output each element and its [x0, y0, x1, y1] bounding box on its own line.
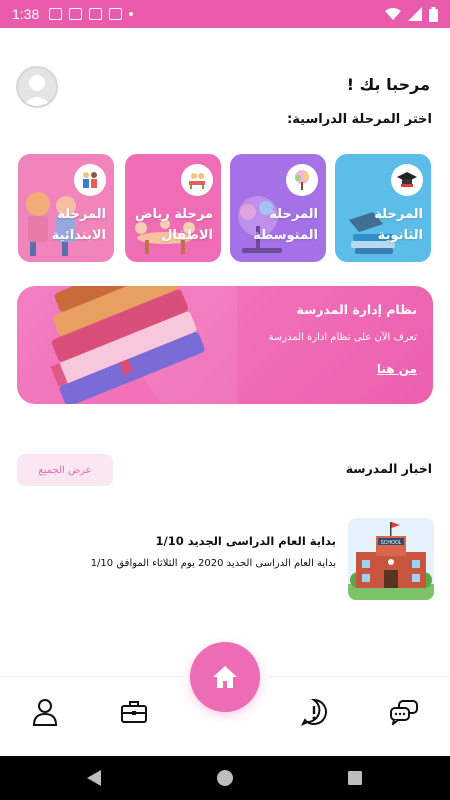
profile-icon [32, 699, 58, 726]
home-button[interactable] [190, 642, 260, 712]
wifi-icon [385, 8, 401, 20]
system-nav-bar [0, 756, 450, 800]
home-system-button[interactable] [213, 766, 237, 790]
stage-card-secondary[interactable]: المرحلة الثانوية [335, 154, 431, 262]
school-building-icon: SCHOOL [348, 518, 434, 600]
stage-card-intermediate[interactable]: المرحلة المتوسطة [230, 154, 326, 262]
chat-icon [390, 700, 418, 725]
back-button[interactable] [82, 766, 106, 790]
banner-title: نظام إدارة المدرسة [296, 302, 417, 317]
circle-home-icon [217, 770, 233, 786]
svg-text:SCHOOL: SCHOOL [380, 540, 401, 546]
profile-nav-button[interactable] [30, 697, 60, 727]
stage-label: المرحلة الابتدائية [51, 207, 106, 243]
back-icon [87, 770, 101, 786]
gmail-icon [69, 8, 83, 20]
home-icon [213, 666, 237, 688]
briefcase-nav-button[interactable] [119, 697, 149, 727]
view-all-button[interactable]: عرض الجميع [17, 454, 113, 486]
stage-label: المرحلة المتوسطة [253, 207, 318, 243]
alert-nav-button[interactable] [299, 697, 329, 727]
stage-card-kindergarten[interactable]: مرحلة رياض الاطفال [125, 154, 221, 262]
chat-nav-button[interactable] [389, 697, 419, 727]
square-recents-icon [348, 771, 362, 785]
signal-icon [408, 7, 422, 21]
choose-stage-label: اختر المرحلة الدراسية: [287, 112, 432, 127]
download-icon [109, 8, 123, 20]
briefcase-icon [121, 701, 147, 723]
banner-link[interactable]: من هنا [377, 362, 417, 376]
news-body: بداية العام الدراسى الجديد 2020 يوم الثل… [90, 558, 336, 569]
recents-button[interactable] [343, 766, 367, 790]
notification-icons [49, 8, 134, 20]
books-stack-illustration [50, 286, 237, 404]
news-section-title: اخبار المدرسة [345, 461, 432, 476]
status-time: 1:38 [12, 6, 40, 22]
news-title: بداية العام الدراسى الجديد 1/10 [155, 534, 337, 548]
stage-card-primary[interactable]: المرحلة الابتدائية [18, 154, 114, 262]
gmail-icon [49, 8, 63, 20]
avatar[interactable] [16, 66, 58, 108]
translate-icon [89, 8, 103, 20]
system-icons [385, 6, 438, 22]
stage-cards: المرحلة الثانوية المرحلة المتوسطة مرحلة … [18, 154, 432, 262]
welcome-text: مرحبا بك ! [346, 75, 430, 94]
school-system-banner[interactable]: نظام إدارة المدرسة تعرف الآن على نظام اد… [17, 286, 433, 404]
dot-icon [129, 12, 134, 16]
banner-subtitle: تعرف الآن على نظام ادارة المدرسة [268, 332, 417, 343]
news-item[interactable]: SCHOOL بداية العام الدراسى الجديد 1/10 ب… [78, 518, 434, 600]
stage-label: المرحلة الثانوية [374, 207, 423, 243]
stage-label: مرحلة رياض الاطفال [135, 207, 213, 243]
battery-icon [429, 6, 438, 22]
status-bar: 1:38 [0, 0, 450, 28]
alert-icon [300, 698, 327, 726]
user-placeholder-icon [22, 75, 52, 106]
